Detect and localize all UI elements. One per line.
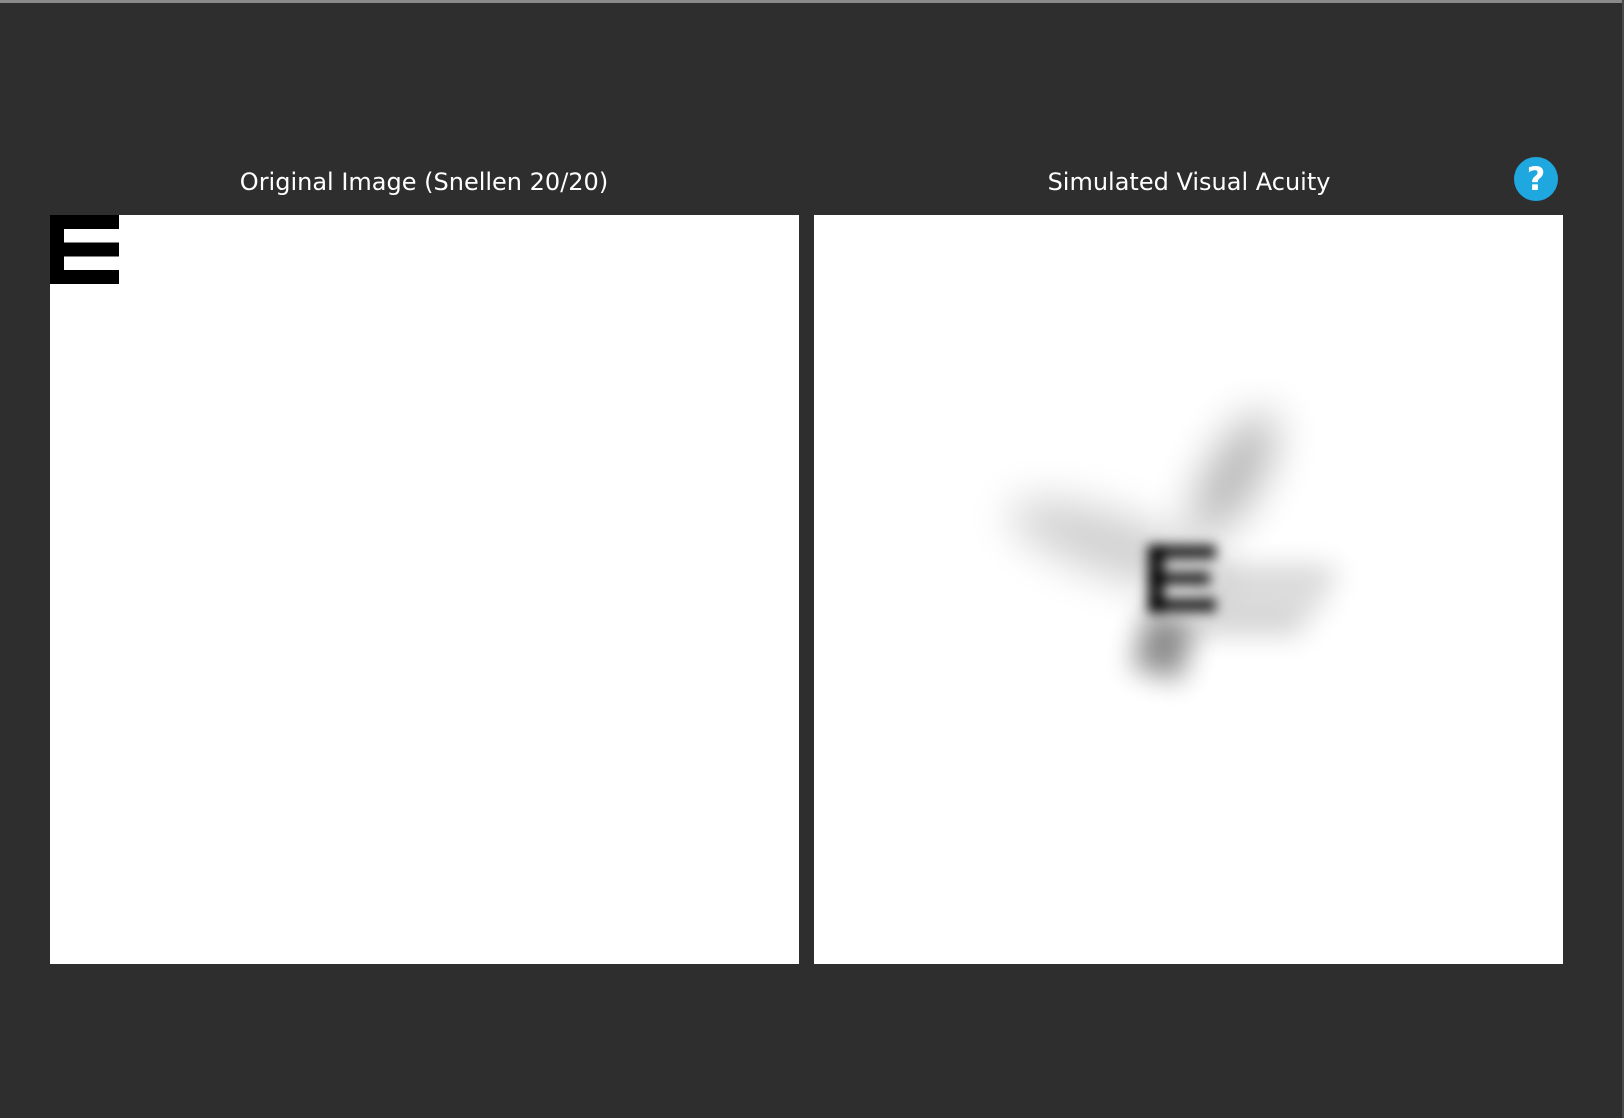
- window-top-border: [0, 0, 1624, 3]
- blurred-e-optotype: [1008, 413, 1334, 681]
- simulated-acuity-title: Simulated Visual Acuity: [1047, 168, 1331, 196]
- original-image-view: [50, 215, 799, 964]
- help-icon[interactable]: ?: [1514, 157, 1558, 201]
- simulated-acuity-view: [814, 215, 1563, 964]
- acuity-simulator-window: Original Image (Snellen 20/20) Simulated…: [0, 0, 1624, 1118]
- snellen-e-optotype: [50, 215, 119, 284]
- original-image-title: Original Image (Snellen 20/20): [239, 168, 609, 196]
